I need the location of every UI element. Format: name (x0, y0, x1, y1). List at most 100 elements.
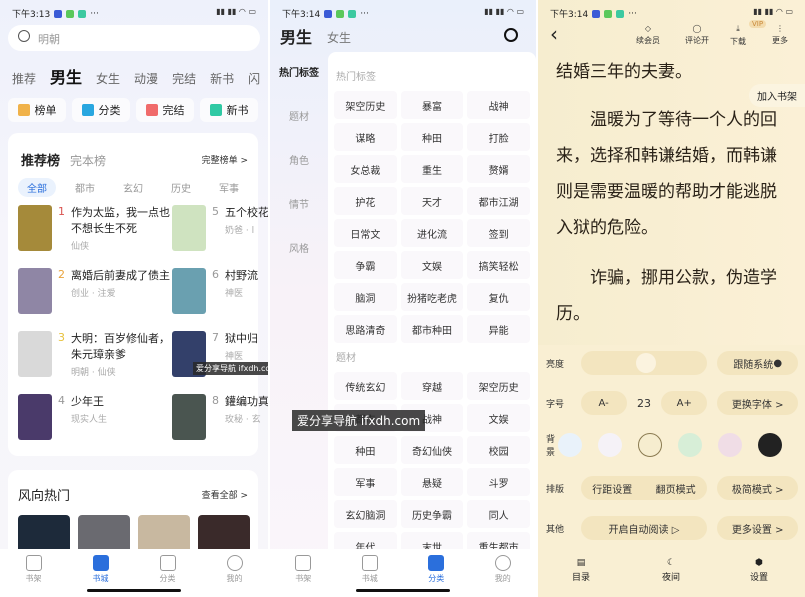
font-increase-button[interactable]: A+ (661, 391, 708, 415)
book-item[interactable]: 4 少年王 现实人生 (18, 394, 168, 440)
filter-city[interactable]: 都市 (66, 178, 104, 197)
font-decrease-button[interactable]: A- (580, 391, 627, 415)
filter-military[interactable]: 军事 (210, 178, 248, 197)
tag-button[interactable]: 重生 (400, 155, 464, 183)
book-item[interactable]: 5 五个校花叫我爸奶爸 · l (172, 205, 268, 251)
background-swatch[interactable] (598, 433, 622, 457)
tag-button[interactable]: 穿越 (400, 372, 464, 400)
category-button[interactable]: 分类 (72, 98, 130, 122)
tag-button[interactable]: 复仇 (467, 283, 530, 311)
tab-more[interactable]: 闪 (248, 70, 260, 87)
toc-button[interactable]: ▤ 目录 (572, 558, 590, 583)
side-role[interactable]: 角色 (270, 150, 328, 194)
ranking-tab-recommend[interactable]: 推荐榜 (21, 150, 60, 169)
tab-anime[interactable]: 动漫 (134, 70, 158, 87)
ranking-tab-finished[interactable]: 完本榜 (70, 152, 106, 169)
slider-thumb[interactable] (635, 353, 656, 373)
side-subject[interactable]: 题材 (270, 106, 328, 150)
auto-read-button[interactable]: 开启自动阅读 ▷ (580, 516, 708, 540)
simple-mode-button[interactable]: 极简模式 > (717, 476, 799, 500)
nav-bookshelf[interactable]: 书架 (295, 555, 312, 597)
tag-button[interactable]: 同人 (467, 500, 530, 528)
tag-button[interactable]: 玄幻脑洞 (334, 500, 397, 528)
tag-button[interactable]: 天才 (400, 187, 464, 215)
search-input[interactable]: 明朝 (8, 25, 260, 51)
view-all-link[interactable]: 查看全部 > (202, 488, 248, 501)
tag-button[interactable]: 打脸 (467, 123, 530, 151)
tag-button[interactable]: 架空历史 (334, 91, 397, 119)
tab-finished[interactable]: 完结 (172, 70, 196, 87)
tag-button[interactable]: 日常文 (334, 219, 397, 247)
nav-profile[interactable]: 我的 (226, 555, 243, 597)
filter-all[interactable]: 全部 (18, 178, 56, 197)
tag-button[interactable]: 赘婿 (467, 155, 530, 183)
tag-button[interactable]: 文娱 (467, 404, 530, 432)
tag-button[interactable]: 都市种田 (400, 315, 464, 343)
new-books-button[interactable]: 新书 (200, 98, 258, 122)
tag-button[interactable]: 脑洞 (334, 283, 397, 311)
book-item[interactable]: 3 大明：百岁修仙者，朱元璋亲爹 明朝 · 仙侠 (18, 331, 170, 378)
tag-button[interactable]: 签到 (467, 219, 530, 247)
download-button[interactable]: ⤓ 下载 (730, 24, 746, 47)
nav-profile[interactable]: 我的 (494, 555, 511, 597)
tag-button[interactable]: 谋略 (334, 123, 397, 151)
book-item[interactable]: 8 鑵编功真练成玫秘 · 玄 (172, 394, 268, 440)
tag-button[interactable]: 扮猪吃老虎 (400, 283, 464, 311)
finished-button[interactable]: 完结 (136, 98, 194, 122)
ranking-button[interactable]: 榜单 (8, 98, 66, 122)
settings-button[interactable]: ⬢ 设置 (750, 558, 768, 583)
background-swatch[interactable] (558, 433, 582, 457)
background-swatch[interactable] (678, 433, 702, 457)
tab-female[interactable]: 女生 (327, 29, 351, 46)
tag-button[interactable]: 异能 (467, 315, 530, 343)
tag-button[interactable]: 奇幻仙侠 (400, 436, 464, 464)
tab-new[interactable]: 新书 (210, 70, 234, 87)
tag-button[interactable]: 进化流 (400, 219, 464, 247)
tab-male[interactable]: 男生 (50, 64, 82, 88)
filter-history[interactable]: 历史 (162, 178, 200, 197)
tag-button[interactable]: 护花 (334, 187, 397, 215)
tag-button[interactable]: 暴富 (400, 91, 464, 119)
page-mode-button[interactable]: 翻页模式 (656, 481, 696, 496)
more-button[interactable]: ⋮ 更多 (772, 24, 788, 46)
tag-button[interactable]: 种田 (334, 436, 397, 464)
tag-button[interactable]: 文娱 (400, 251, 464, 279)
tag-button[interactable]: 传统玄幻 (334, 372, 397, 400)
night-mode-button[interactable]: ☾ 夜间 (662, 558, 680, 583)
comments-toggle[interactable]: ◯ 评论开 (685, 24, 709, 46)
change-font-button[interactable]: 更换字体 > (717, 391, 799, 415)
book-item[interactable]: 2 离婚后前妻成了债主 创业 · 注爱 (18, 268, 170, 314)
filter-fantasy[interactable]: 玄幻 (114, 178, 152, 197)
membership-button[interactable]: ◇ 续会员 (636, 24, 660, 46)
background-swatch[interactable] (718, 433, 742, 457)
tag-button[interactable]: 悬疑 (400, 468, 464, 496)
tag-button[interactable]: 历史争霸 (400, 500, 464, 528)
back-icon[interactable]: ‹ (550, 22, 558, 46)
tag-button[interactable]: 军事 (334, 468, 397, 496)
background-swatch[interactable] (758, 433, 782, 457)
search-icon[interactable] (504, 28, 518, 42)
tab-female[interactable]: 女生 (96, 70, 120, 87)
tag-button[interactable]: 斗罗 (467, 468, 530, 496)
tag-button[interactable]: 校园 (467, 436, 530, 464)
follow-system-button[interactable]: 跟随系统 ● (717, 351, 799, 375)
tab-recommend[interactable]: 推荐 (12, 70, 36, 87)
line-spacing-button[interactable]: 行距设置 (592, 481, 632, 496)
nav-bookshelf[interactable]: 书架 (25, 555, 42, 597)
tag-button[interactable]: 都市江湖 (467, 187, 530, 215)
book-item[interactable]: 1 作为太监，我一点也不想长生不死 仙侠 (18, 205, 170, 252)
tag-button[interactable]: 种田 (400, 123, 464, 151)
full-ranking-link[interactable]: 完整榜单 > (202, 153, 248, 166)
brightness-slider[interactable] (580, 351, 708, 375)
side-hot-tags[interactable]: 热门标签 (270, 62, 328, 106)
tab-male[interactable]: 男生 (280, 24, 312, 48)
tag-button[interactable]: 战神 (467, 91, 530, 119)
tag-button[interactable]: 架空历史 (467, 372, 530, 400)
side-style[interactable]: 风格 (270, 238, 328, 282)
side-plot[interactable]: 情节 (270, 194, 328, 238)
book-item[interactable]: 6 村野流 神医 (172, 268, 268, 314)
more-settings-button[interactable]: 更多设置 > (717, 516, 799, 540)
tag-button[interactable]: 女总裁 (334, 155, 397, 183)
tag-button[interactable]: 思路清奇 (334, 315, 397, 343)
tag-button[interactable]: 争霸 (334, 251, 397, 279)
